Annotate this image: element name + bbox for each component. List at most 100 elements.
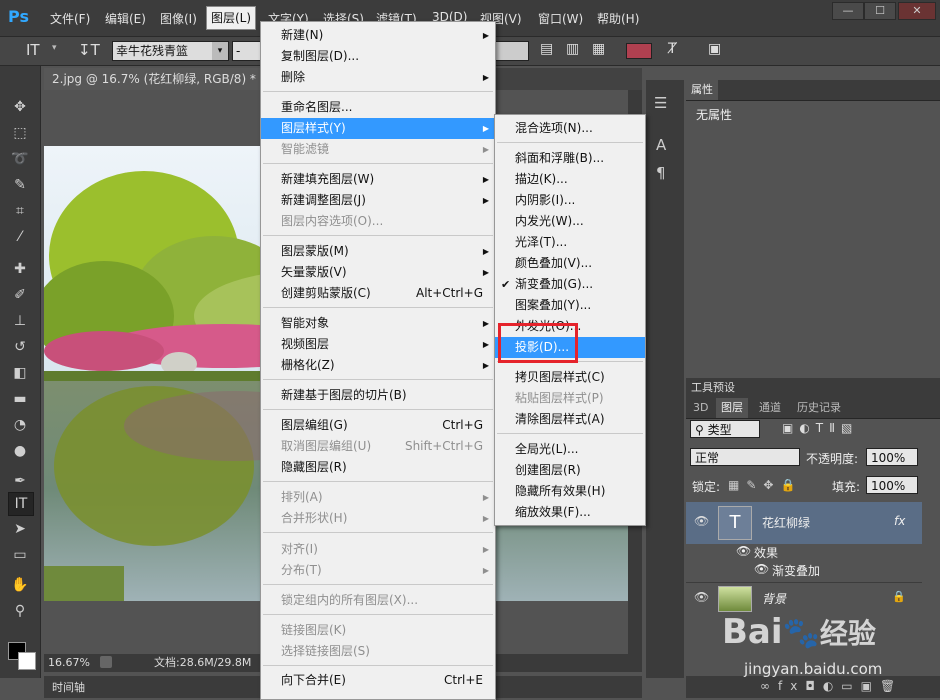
visibility-eye-icon[interactable]: 👁 — [754, 562, 769, 576]
eraser-tool-icon[interactable]: ◧ — [8, 362, 32, 384]
align-left-icon[interactable]: ▤ — [540, 41, 554, 57]
menu-file[interactable]: 文件(F) — [50, 10, 90, 27]
quick-select-tool-icon[interactable]: ✎ — [8, 174, 32, 196]
hand-tool-icon[interactable]: ✋ — [8, 574, 32, 596]
submenu-item-pattern-overlay[interactable]: 图案叠加(Y)... — [495, 295, 645, 316]
rectangle-tool-icon[interactable]: ▭ — [8, 544, 32, 566]
align-right-icon[interactable]: ▦ — [592, 41, 605, 57]
submenu-item-scale-effects[interactable]: 缩放效果(F)... — [495, 502, 645, 523]
menu-window[interactable]: 窗口(W) — [538, 10, 583, 27]
visibility-eye-icon[interactable]: 👁 — [736, 544, 751, 558]
timeline-tab[interactable]: 时间轴 — [52, 679, 85, 695]
submenu-item-gradient-overlay[interactable]: ✔ 渐变叠加(G)... — [495, 274, 645, 295]
paragraph-panel-icon[interactable]: ¶ — [656, 164, 666, 182]
menu-item-merge-down[interactable]: 向下合并(E) Ctrl+E — [261, 670, 495, 691]
layer-filter-icons[interactable]: ▣◐TⅡ▧ — [782, 421, 858, 435]
marquee-tool-icon[interactable]: ⬚ — [8, 122, 32, 144]
menu-item-hide-layers[interactable]: 隐藏图层(R) — [261, 457, 495, 478]
align-center-icon[interactable]: ▥ — [566, 41, 579, 57]
menu-item-new[interactable]: 新建(N) ▶ — [261, 25, 495, 46]
font-family-select[interactable]: 幸牛花残青篮 ▾ — [112, 41, 229, 61]
blur-tool-icon[interactable]: ◔ — [8, 414, 32, 436]
dodge-tool-icon[interactable]: ● — [8, 440, 32, 462]
submenu-item-bevel-emboss[interactable]: 斜面和浮雕(B)... — [495, 148, 645, 169]
eyedropper-tool-icon[interactable]: ⁄ — [8, 226, 32, 248]
font-size-select[interactable] — [494, 41, 529, 61]
minimize-button[interactable]: — — [832, 2, 864, 20]
layer-name[interactable]: 花红柳绿 — [762, 514, 810, 531]
status-menu-icon[interactable] — [100, 656, 112, 668]
move-tool-icon[interactable]: ✥ — [8, 96, 32, 118]
visibility-eye-icon[interactable]: 👁 — [694, 514, 709, 528]
tab-3d[interactable]: 3D — [688, 398, 713, 418]
text-color-swatch[interactable] — [626, 43, 652, 59]
orientation-toggle-icon[interactable]: ↧T — [78, 41, 100, 59]
menu-item-layer-style[interactable]: 图层样式(Y) ▶ — [261, 118, 495, 139]
character-panel-icon[interactable]: A — [656, 136, 666, 154]
menu-layer[interactable]: 图层(L) — [206, 6, 257, 30]
tab-history[interactable]: 历史记录 — [792, 398, 846, 418]
submenu-item-clear-layer-style[interactable]: 清除图层样式(A) — [495, 409, 645, 430]
zoom-tool-icon[interactable]: ⚲ — [8, 600, 32, 622]
type-tool-icon[interactable]: ⅠT — [8, 492, 34, 516]
zoom-level[interactable]: 16.67% — [48, 654, 90, 672]
layer-footer-icons[interactable]: ∞fx◘◐▭▣🗑 — [760, 679, 903, 693]
crop-tool-icon[interactable]: ⌗ — [8, 200, 32, 222]
menu-item-rename-layer[interactable]: 重命名图层... — [261, 97, 495, 118]
fx-badge[interactable]: fx — [894, 514, 905, 528]
background-color-swatch[interactable] — [18, 652, 36, 670]
document-tab[interactable]: 2.jpg @ 16.7% (花红柳绿, RGB/8) * × — [44, 68, 284, 90]
submenu-item-inner-shadow[interactable]: 内阴影(I)... — [495, 190, 645, 211]
clone-stamp-tool-icon[interactable]: ⊥ — [8, 310, 32, 332]
menu-item-video-layer[interactable]: 视频图层 ▶ — [261, 334, 495, 355]
type-tool-icon[interactable]: ⅠT — [26, 41, 40, 59]
menu-item-new-adjustment-layer[interactable]: 新建调整图层(J) ▶ — [261, 190, 495, 211]
menu-item-new-fill-layer[interactable]: 新建填充图层(W) ▶ — [261, 169, 495, 190]
submenu-item-create-layer[interactable]: 创建图层(R) — [495, 460, 645, 481]
fill-field[interactable]: 100% — [866, 476, 918, 494]
menu-edit[interactable]: 编辑(E) — [105, 10, 146, 27]
maximize-button[interactable]: ☐ — [864, 2, 896, 20]
tab-channels[interactable]: 通道 — [754, 398, 786, 418]
pen-tool-icon[interactable]: ✒ — [8, 470, 32, 492]
menu-item-create-clipping-mask[interactable]: 创建剪贴蒙版(C) Alt+Ctrl+G — [261, 283, 495, 304]
layer-filter-select[interactable]: ⚲ 类型 — [690, 420, 760, 438]
submenu-item-blending-options[interactable]: 混合选项(N)... — [495, 118, 645, 139]
menu-help[interactable]: 帮助(H) — [597, 10, 639, 27]
submenu-item-hide-all-effects[interactable]: 隐藏所有效果(H) — [495, 481, 645, 502]
menu-item-smart-object[interactable]: 智能对象 ▶ — [261, 313, 495, 334]
chevron-down-icon[interactable]: ▾ — [52, 43, 57, 53]
opacity-field[interactable]: 100% — [866, 448, 918, 466]
menu-item-vector-mask[interactable]: 矢量蒙版(V) ▶ — [261, 262, 495, 283]
font-style-select[interactable]: - — [232, 41, 261, 61]
layer-name[interactable]: 背景 — [762, 590, 786, 607]
submenu-item-global-light[interactable]: 全局光(L)... — [495, 439, 645, 460]
submenu-item-inner-glow[interactable]: 内发光(W)... — [495, 211, 645, 232]
layer-effect-gradient-row[interactable]: 👁 渐变叠加 — [686, 562, 922, 580]
menu-item-group-layers[interactable]: 图层编组(G) Ctrl+G — [261, 415, 495, 436]
submenu-item-satin[interactable]: 光泽(T)... — [495, 232, 645, 253]
menu-image[interactable]: 图像(I) — [160, 10, 197, 27]
history-brush-tool-icon[interactable]: ↺ — [8, 336, 32, 358]
gradient-tool-icon[interactable]: ▬ — [8, 388, 32, 410]
submenu-item-stroke[interactable]: 描边(K)... — [495, 169, 645, 190]
character-panel-icon[interactable]: ▣ — [708, 41, 721, 57]
menu-item-new-layer-based-slice[interactable]: 新建基于图层的切片(B) — [261, 385, 495, 406]
submenu-item-copy-layer-style[interactable]: 拷贝图层样式(C) — [495, 367, 645, 388]
brush-tool-icon[interactable]: ✐ — [8, 284, 32, 306]
submenu-item-color-overlay[interactable]: 颜色叠加(V)... — [495, 253, 645, 274]
properties-panel-icon[interactable]: ☰ — [654, 94, 667, 112]
close-button[interactable]: ✕ — [898, 2, 936, 20]
tab-layers[interactable]: 图层 — [716, 398, 748, 418]
tab-tool-presets[interactable]: 工具预设 — [686, 378, 740, 398]
menu-item-delete[interactable]: 删除 ▶ — [261, 67, 495, 88]
layer-row-text[interactable]: 👁 T 花红柳绿 fx — [686, 502, 922, 544]
menu-item-rasterize[interactable]: 栅格化(Z) ▶ — [261, 355, 495, 376]
lock-icons[interactable]: ▦✎✥🔒 — [728, 478, 802, 492]
blend-mode-select[interactable]: 正常 — [690, 448, 800, 466]
path-select-tool-icon[interactable]: ➤ — [8, 518, 32, 540]
warp-text-icon[interactable]: Ⱦ — [668, 41, 677, 57]
layer-row-background[interactable]: 👁 背景 🔒 — [686, 582, 922, 613]
menu-item-duplicate-layer[interactable]: 复制图层(D)... — [261, 46, 495, 67]
tab-properties[interactable]: 属性 — [686, 80, 718, 100]
